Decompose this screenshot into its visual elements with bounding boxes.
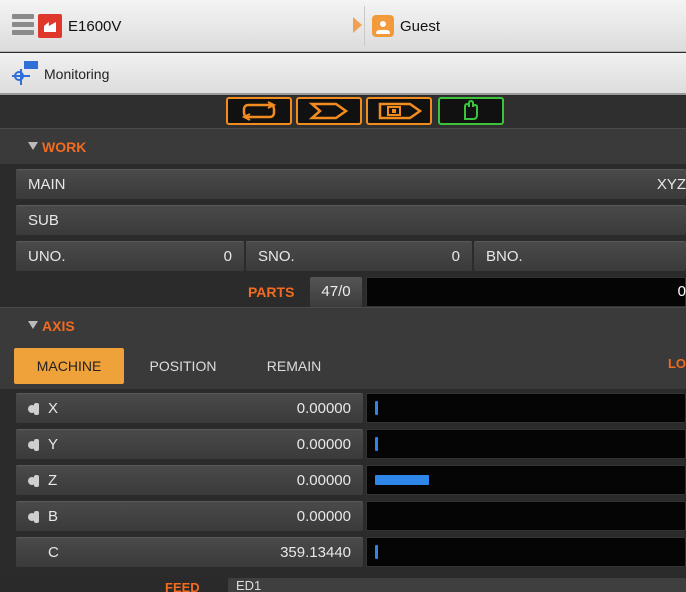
axis-row-b[interactable]: B 0.00000 xyxy=(16,501,363,531)
collapse-triangle-icon xyxy=(28,321,38,329)
program-play-icon xyxy=(378,102,423,120)
main-value: XYZ xyxy=(656,176,686,193)
divider xyxy=(364,6,365,46)
axis-value: 359.13440 xyxy=(280,544,351,561)
uno-field[interactable]: UNO. 0 xyxy=(16,241,244,271)
main-program-row[interactable]: MAIN XYZ xyxy=(16,169,686,199)
axis-row-z[interactable]: Z 0.00000 xyxy=(16,465,363,495)
uno-label: UNO. xyxy=(28,248,66,265)
cycle-mode-button[interactable] xyxy=(226,97,292,125)
axis-indicator-icon xyxy=(28,510,42,524)
axis-load-bar xyxy=(375,475,429,485)
axis-value: 0.00000 xyxy=(296,400,351,417)
axis-load-meter xyxy=(366,537,686,567)
axis-indicator-icon xyxy=(28,474,42,488)
sno-value: 0 xyxy=(451,248,460,265)
feed-value: ED1 xyxy=(228,578,686,592)
axis-load-meter xyxy=(366,501,686,531)
work-section-title: WORK xyxy=(42,139,87,155)
page-header: Monitoring xyxy=(0,53,686,95)
sno-label: SNO. xyxy=(258,248,295,265)
top-bar: E1600V Guest xyxy=(0,0,686,52)
tab-machine[interactable]: MACHINE xyxy=(14,348,124,384)
axis-load-bar xyxy=(375,437,378,451)
chevron-right-icon xyxy=(308,102,349,120)
single-step-button[interactable] xyxy=(296,97,362,125)
parts-progress-field xyxy=(366,277,686,307)
bno-label: BNO. xyxy=(486,248,523,265)
axis-tab-bar: MACHINE POSITION REMAIN LO xyxy=(0,343,686,389)
parts-value: 47/0 xyxy=(310,277,362,307)
axis-name: B xyxy=(48,508,59,525)
monitoring-icon xyxy=(12,61,38,87)
mode-toolbar xyxy=(0,96,686,128)
tab-position[interactable]: POSITION xyxy=(128,348,238,384)
axis-name: X xyxy=(48,400,59,417)
axis-load-bar xyxy=(375,401,378,415)
axis-load-meter xyxy=(366,393,686,423)
axis-value: 0.00000 xyxy=(296,508,351,525)
tab-remain[interactable]: REMAIN xyxy=(244,348,344,384)
axis-row-x[interactable]: X 0.00000 xyxy=(16,393,363,423)
axis-section-title: AXIS xyxy=(42,318,75,334)
user-name[interactable]: Guest xyxy=(400,18,440,35)
parts-right-value: 0 xyxy=(677,283,686,300)
breadcrumb-arrow-icon xyxy=(353,17,362,33)
feed-label: FEED xyxy=(165,580,200,592)
lo-label: LO xyxy=(667,356,686,371)
parts-label: PARTS xyxy=(248,284,295,300)
cycle-icon xyxy=(241,101,277,121)
machine-logo-icon xyxy=(38,14,62,38)
page-title: Monitoring xyxy=(44,66,110,82)
axis-section-header[interactable]: AXIS xyxy=(0,307,686,343)
menu-icon[interactable] xyxy=(12,14,34,36)
program-run-button[interactable] xyxy=(366,97,432,125)
axis-indicator-icon xyxy=(28,402,42,416)
axis-name: Y xyxy=(48,436,59,453)
hand-icon xyxy=(464,99,478,120)
axis-indicator-icon xyxy=(28,438,42,452)
sub-program-row[interactable]: SUB xyxy=(16,205,686,235)
axis-row-c[interactable]: C 359.13440 xyxy=(16,537,363,567)
uno-value: 0 xyxy=(223,248,232,265)
axis-value: 0.00000 xyxy=(296,472,351,489)
main-label: MAIN xyxy=(28,176,66,193)
sub-label: SUB xyxy=(28,212,59,229)
axis-row-y[interactable]: Y 0.00000 xyxy=(16,429,363,459)
manual-hand-button[interactable] xyxy=(438,97,504,125)
user-icon[interactable] xyxy=(372,15,394,37)
axis-name: Z xyxy=(48,472,58,489)
axis-name: C xyxy=(48,544,59,561)
collapse-triangle-icon xyxy=(28,142,38,150)
axis-load-bar xyxy=(375,545,378,559)
bno-field[interactable]: BNO. xyxy=(474,241,686,271)
sno-field[interactable]: SNO. 0 xyxy=(246,241,472,271)
work-section-header[interactable]: WORK xyxy=(0,128,686,164)
axis-value: 0.00000 xyxy=(296,436,351,453)
axis-load-meter xyxy=(366,429,686,459)
machine-name[interactable]: E1600V xyxy=(68,18,121,35)
